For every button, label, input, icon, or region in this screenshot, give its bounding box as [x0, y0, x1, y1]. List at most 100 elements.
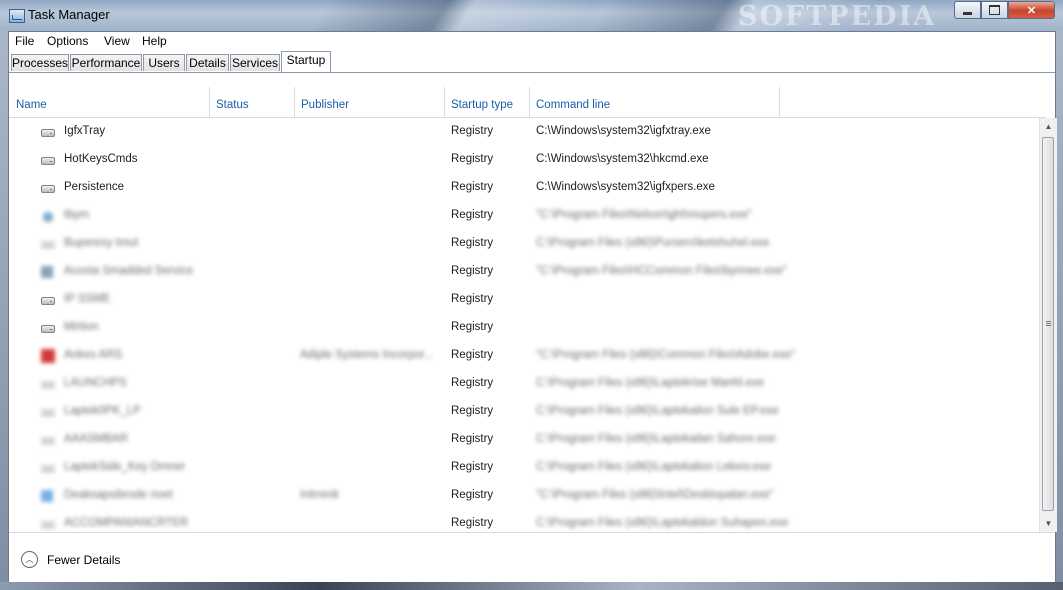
- scroll-up-icon[interactable]: ▲: [1040, 118, 1057, 135]
- generic-icon: [41, 465, 55, 473]
- generic-icon: [41, 521, 55, 529]
- close-button[interactable]: ✕: [1008, 1, 1055, 19]
- column-header-row: Name Status Publisher Startup type Comma…: [9, 87, 1046, 118]
- column-header-startup-type[interactable]: Startup type: [451, 99, 513, 111]
- row-startup-type: Registry: [451, 125, 494, 137]
- row-name: Acosta Smadded Service: [64, 265, 194, 277]
- table-row[interactable]: Mirtion Registry: [9, 314, 1039, 342]
- drive-icon: [41, 297, 55, 305]
- row-startup-type: Registry: [451, 349, 494, 361]
- column-header-status[interactable]: Status: [216, 99, 249, 111]
- table-row[interactable]: IP SSME Registry: [9, 286, 1039, 314]
- tab-users[interactable]: Users: [143, 54, 185, 71]
- row-startup-type: Registry: [451, 489, 494, 501]
- generic-icon: [41, 241, 55, 249]
- minimize-icon: [963, 11, 972, 15]
- column-divider[interactable]: [209, 87, 210, 117]
- table-row[interactable]: LaptekSide_Key Dmner Registry C:\Program F…: [9, 454, 1039, 482]
- startup-list: IgfxTray Registry C:\Windows\system32\igfx…: [9, 118, 1039, 532]
- row-startup-type: Registry: [451, 405, 494, 417]
- tab-strip: Processes Performance Users Details Serv…: [9, 51, 1055, 73]
- chevron-up-icon[interactable]: ︿: [21, 551, 38, 568]
- row-publisher: Adiple Systems Incorpor...: [300, 349, 434, 361]
- column-divider[interactable]: [529, 87, 530, 117]
- row-command-line: C:\Program Files (x86)\Laptekrise Manhl.…: [536, 377, 765, 389]
- drive-icon: [41, 185, 55, 193]
- table-row[interactable]: tbym Registry "C:\Program Files\Nelson\ght…: [9, 202, 1039, 230]
- red-icon: [41, 349, 55, 363]
- row-startup-type: Registry: [451, 153, 494, 165]
- maximize-button[interactable]: [981, 1, 1008, 19]
- menu-view[interactable]: View: [104, 34, 130, 48]
- table-row[interactable]: LAUNCHPS Registry C:\Program Files (x86)\L…: [9, 370, 1039, 398]
- row-publisher: Intrrenk: [300, 489, 339, 501]
- row-name: LAUNCHPS: [64, 377, 127, 389]
- tab-services[interactable]: Services: [230, 54, 280, 71]
- table-row[interactable]: ACCOMPANIANCRTER Registry C:\Program Files…: [9, 510, 1039, 532]
- menu-options[interactable]: Options: [47, 34, 88, 48]
- maximize-icon: [989, 5, 1000, 15]
- row-command-line: C:\Windows\system32\hkcmd.exe: [536, 153, 709, 165]
- grip-icon: [1046, 321, 1051, 327]
- scroll-down-icon[interactable]: ▼: [1040, 515, 1057, 532]
- row-startup-type: Registry: [451, 265, 494, 277]
- window-title: Task Manager: [28, 7, 110, 22]
- table-row[interactable]: Laptek0PK_LP Registry C:\Program Files (x8…: [9, 398, 1039, 426]
- window-frame-left: [0, 31, 8, 582]
- tab-processes[interactable]: Processes: [11, 54, 69, 71]
- row-command-line: "C:\Program Files\Nelson\ght\mupers.exe": [536, 209, 752, 221]
- column-header-name[interactable]: Name: [16, 99, 47, 111]
- vertical-scrollbar[interactable]: ▲ ▼: [1039, 118, 1057, 532]
- minimize-button[interactable]: [954, 1, 981, 19]
- column-divider[interactable]: [779, 87, 780, 117]
- tab-startup[interactable]: Startup: [281, 51, 331, 72]
- window-frame-bottom: [0, 582, 1063, 590]
- menu-help[interactable]: Help: [142, 34, 167, 48]
- drive-icon: [41, 325, 55, 333]
- row-startup-type: Registry: [451, 209, 494, 221]
- row-startup-type: Registry: [451, 321, 494, 333]
- menu-bar: File Options View Help: [9, 32, 1055, 51]
- row-command-line: "C:\Program Files (x86)\Intel\Desktopala…: [536, 489, 774, 501]
- column-divider[interactable]: [444, 87, 445, 117]
- row-command-line: C:\Program Files (x86)\Pursero\ketshuhel…: [536, 237, 770, 249]
- row-name: Ankes ARS: [64, 349, 123, 361]
- column-divider[interactable]: [294, 87, 295, 117]
- table-row[interactable]: HotKeysCmds Registry C:\Windows\system32\h…: [9, 146, 1039, 174]
- row-command-line: C:\Windows\system32\igfxpers.exe: [536, 181, 715, 193]
- table-row[interactable]: Acosta Smadded Service Registry "C:\Progra…: [9, 258, 1039, 286]
- decor-streak: [306, 0, 594, 31]
- generic-icon: [41, 437, 55, 445]
- row-command-line: C:\Program Files (x86)\Laptekailan Sahor…: [536, 433, 776, 445]
- row-startup-type: Registry: [451, 237, 494, 249]
- table-row[interactable]: Deaksapsibrode noet Intrrenk Registry "C:\P…: [9, 482, 1039, 510]
- row-startup-type: Registry: [451, 181, 494, 193]
- row-name: ACCOMPANIANCRTER: [64, 517, 189, 529]
- tab-details[interactable]: Details: [186, 54, 229, 71]
- watermark-text: SOFTPEDIA: [738, 1, 937, 31]
- task-manager-icon: [9, 9, 25, 23]
- table-row[interactable]: IgfxTray Registry C:\Windows\system32\igfx…: [9, 118, 1039, 146]
- drive-icon: [41, 157, 55, 165]
- scroll-thumb[interactable]: [1042, 137, 1054, 511]
- client-area: File Options View Help Processes Perform…: [8, 31, 1057, 583]
- app-icon: [41, 266, 53, 278]
- fewer-details-button[interactable]: Fewer Details: [47, 553, 120, 567]
- window-frame-right: [1056, 31, 1063, 582]
- row-startup-type: Registry: [451, 377, 494, 389]
- title-bar: SOFTPEDIA Task Manager ✕: [0, 0, 1063, 31]
- column-header-command-line[interactable]: Command line: [536, 99, 610, 111]
- table-row[interactable]: Buperesy tmut Registry C:\Program Files (x…: [9, 230, 1039, 258]
- tab-performance[interactable]: Performance: [70, 54, 142, 71]
- blue-icon: [41, 490, 53, 502]
- row-name: HotKeysCmds: [64, 153, 138, 165]
- menu-file[interactable]: File: [15, 34, 34, 48]
- row-name: Deaksapsibrode noet: [64, 489, 173, 501]
- column-header-publisher[interactable]: Publisher: [301, 99, 349, 111]
- table-row[interactable]: AAASMBAR Registry C:\Program Files (x86)\L…: [9, 426, 1039, 454]
- row-command-line: C:\Program Files (x86)\Laptekaldon Suhap…: [536, 517, 789, 529]
- drive-icon: [41, 129, 55, 137]
- table-row[interactable]: Persistence Registry C:\Windows\system32\i…: [9, 174, 1039, 202]
- table-row[interactable]: Ankes ARS Adiple Systems Incorpor... Regis…: [9, 342, 1039, 370]
- row-name: Buperesy tmut: [64, 237, 139, 249]
